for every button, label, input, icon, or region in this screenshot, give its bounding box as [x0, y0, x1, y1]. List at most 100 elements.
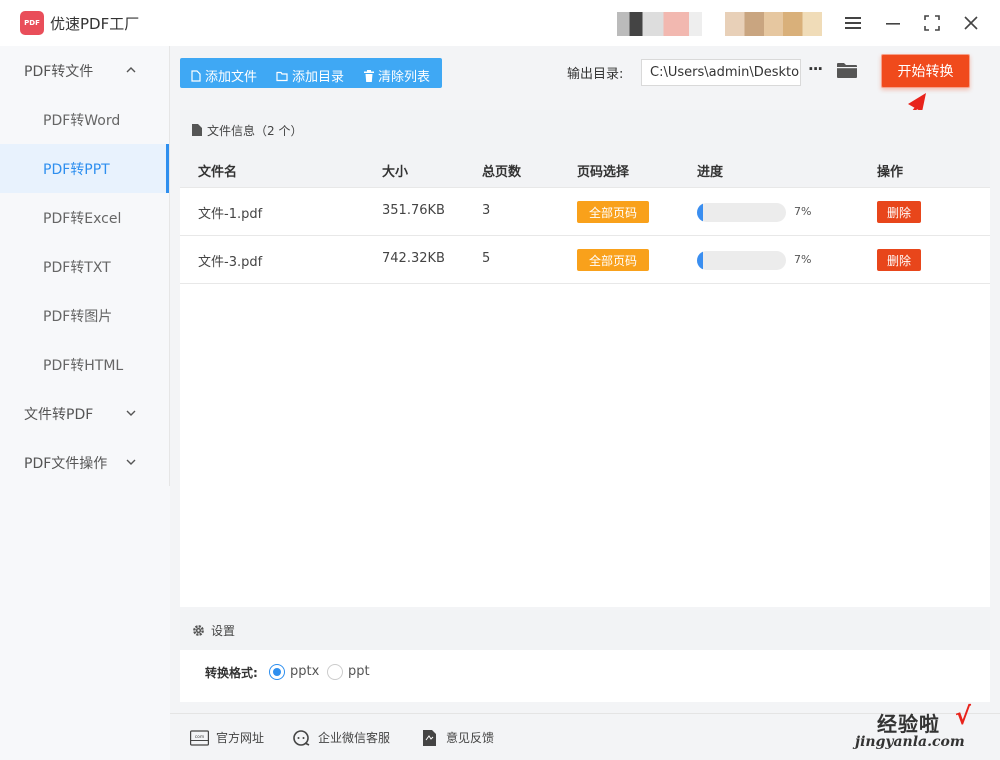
- file-name: 文件-1.pdf: [198, 207, 263, 222]
- sidebar-group-label: 文件转PDF: [24, 406, 94, 423]
- page-select-button[interactable]: 全部页码: [577, 249, 649, 271]
- file-size: 351.76KB: [382, 203, 445, 218]
- add-file-button[interactable]: 添加文件: [191, 66, 257, 85]
- sidebar-item-pdf-to-txt[interactable]: PDF转TXT: [0, 242, 169, 291]
- output-directory-input[interactable]: C:\Users\admin\Deskto: [641, 59, 801, 86]
- file-info-header: 文件信息（2 个）: [180, 110, 990, 150]
- add-directory-button[interactable]: 添加目录: [276, 66, 344, 85]
- open-folder-icon[interactable]: [837, 62, 857, 79]
- column-header-size: 大小: [382, 165, 409, 180]
- table-row: 文件-1.pdf 351.76KB 3 全部页码 7% 删除: [180, 188, 990, 236]
- sidebar-item-label: PDF转Excel: [43, 210, 122, 227]
- sidebar: PDF转文件 PDF转Word PDF转PPT PDF转Excel PDF转TX…: [0, 46, 170, 486]
- feedback-link[interactable]: 意见反馈: [420, 729, 494, 746]
- format-ppt-radio[interactable]: [327, 664, 343, 680]
- svg-text:com: com: [195, 735, 205, 740]
- page-select-button[interactable]: 全部页码: [577, 201, 649, 223]
- main-area: 添加文件 添加目录 清除列表 输出目录: C:\Users\admin\Desk…: [170, 46, 1000, 760]
- progress-percent: 7%: [794, 253, 812, 266]
- website-label: 官方网址: [216, 731, 265, 745]
- trash-icon: [364, 69, 374, 82]
- app-title: 优速PDF工厂: [50, 15, 140, 33]
- table-header: 文件名 大小 总页数 页码选择 进度 操作: [180, 150, 990, 188]
- sidebar-empty-area: [0, 486, 170, 760]
- more-options-button[interactable]: ···: [808, 60, 823, 78]
- format-label: 转换格式:: [205, 666, 258, 680]
- progress-fill: [697, 251, 704, 270]
- table-row: 文件-3.pdf 742.32KB 5 全部页码 7% 删除: [180, 236, 990, 284]
- file-info-title: 文件信息（2 个）: [207, 123, 303, 138]
- delete-button[interactable]: 删除: [877, 201, 921, 223]
- user-avatar[interactable]: [617, 12, 702, 36]
- file-pages: 3: [482, 203, 491, 218]
- sidebar-group-label: PDF转文件: [24, 63, 94, 80]
- add-file-label: 添加文件: [205, 70, 258, 85]
- file-size: 742.32KB: [382, 251, 445, 266]
- close-icon[interactable]: [959, 11, 983, 35]
- sidebar-item-pdf-to-word[interactable]: PDF转Word: [0, 95, 169, 144]
- website-link[interactable]: com 官方网址: [190, 729, 264, 746]
- wechat-support-label: 企业微信客服: [318, 731, 391, 745]
- settings-header: 设置: [180, 610, 990, 650]
- file-name: 文件-3.pdf: [198, 255, 263, 270]
- maximize-icon[interactable]: [920, 11, 944, 35]
- sidebar-group-pdf-operations[interactable]: PDF文件操作: [0, 438, 169, 487]
- title-bar: PDF 优速PDF工厂: [0, 0, 1000, 46]
- file-icon: [191, 69, 201, 82]
- document-icon: [192, 124, 202, 136]
- column-header-progress: 进度: [697, 165, 724, 180]
- sidebar-item-label: PDF转TXT: [43, 259, 111, 276]
- file-toolbar: 添加文件 添加目录 清除列表: [180, 58, 442, 88]
- user-name-blurred: [725, 12, 822, 36]
- chevron-down-icon: [126, 459, 136, 465]
- file-pages: 5: [482, 251, 491, 266]
- clear-list-label: 清除列表: [378, 70, 431, 85]
- progress-bar: [697, 203, 786, 222]
- sidebar-item-pdf-to-image[interactable]: PDF转图片: [0, 291, 169, 340]
- sidebar-item-label: PDF转图片: [43, 308, 113, 325]
- column-header-name: 文件名: [198, 165, 238, 180]
- sidebar-item-pdf-to-html[interactable]: PDF转HTML: [0, 340, 169, 389]
- check-icon: √: [955, 702, 972, 730]
- output-directory-label: 输出目录:: [567, 67, 624, 82]
- sidebar-item-label: PDF转PPT: [43, 161, 110, 178]
- feedback-label: 意见反馈: [446, 731, 495, 745]
- column-header-pages: 总页数: [482, 165, 522, 180]
- column-header-page-select: 页码选择: [577, 165, 630, 180]
- watermark-logo: 经验啦 √ jingyanla.com: [855, 700, 985, 756]
- file-list-panel: 文件信息（2 个） 文件名 大小 总页数 页码选择 进度 操作 文件-1.pdf…: [180, 110, 990, 607]
- format-row: 转换格式: pptx ppt: [180, 650, 990, 702]
- chat-icon: [293, 729, 310, 746]
- delete-button[interactable]: 删除: [877, 249, 921, 271]
- sidebar-group-label: PDF文件操作: [24, 455, 108, 472]
- clear-list-button[interactable]: 清除列表: [364, 66, 430, 85]
- gear-icon: [193, 624, 204, 636]
- folder-outline-icon: [276, 71, 288, 81]
- add-directory-label: 添加目录: [292, 70, 345, 85]
- watermark-url: jingyanla.com: [855, 734, 965, 750]
- feedback-icon: [423, 729, 436, 746]
- format-pptx-label[interactable]: pptx: [290, 664, 319, 679]
- sidebar-item-pdf-to-ppt[interactable]: PDF转PPT: [0, 144, 169, 193]
- sidebar-item-pdf-to-excel[interactable]: PDF转Excel: [0, 193, 169, 242]
- settings-title: 设置: [211, 623, 236, 638]
- website-icon: com: [190, 729, 209, 746]
- progress-bar: [697, 251, 786, 270]
- chevron-up-icon: [126, 67, 136, 73]
- wechat-support-link[interactable]: 企业微信客服: [292, 729, 390, 746]
- minimize-icon[interactable]: [881, 11, 905, 35]
- format-ppt-label[interactable]: ppt: [348, 664, 370, 679]
- start-convert-button[interactable]: 开始转换: [881, 54, 970, 88]
- watermark-text: 经验啦: [877, 712, 940, 736]
- settings-panel: 设置 转换格式: pptx ppt: [180, 610, 990, 702]
- sidebar-item-label: PDF转Word: [43, 112, 121, 129]
- chevron-down-icon: [126, 410, 136, 416]
- sidebar-group-pdf-to-file[interactable]: PDF转文件: [0, 46, 169, 95]
- progress-percent: 7%: [794, 205, 812, 218]
- sidebar-group-file-to-pdf[interactable]: 文件转PDF: [0, 389, 169, 438]
- format-pptx-radio[interactable]: [269, 664, 285, 680]
- sidebar-item-label: PDF转HTML: [43, 357, 124, 374]
- progress-fill: [697, 203, 704, 222]
- menu-icon[interactable]: [841, 11, 865, 35]
- app-logo-icon: PDF: [20, 11, 44, 35]
